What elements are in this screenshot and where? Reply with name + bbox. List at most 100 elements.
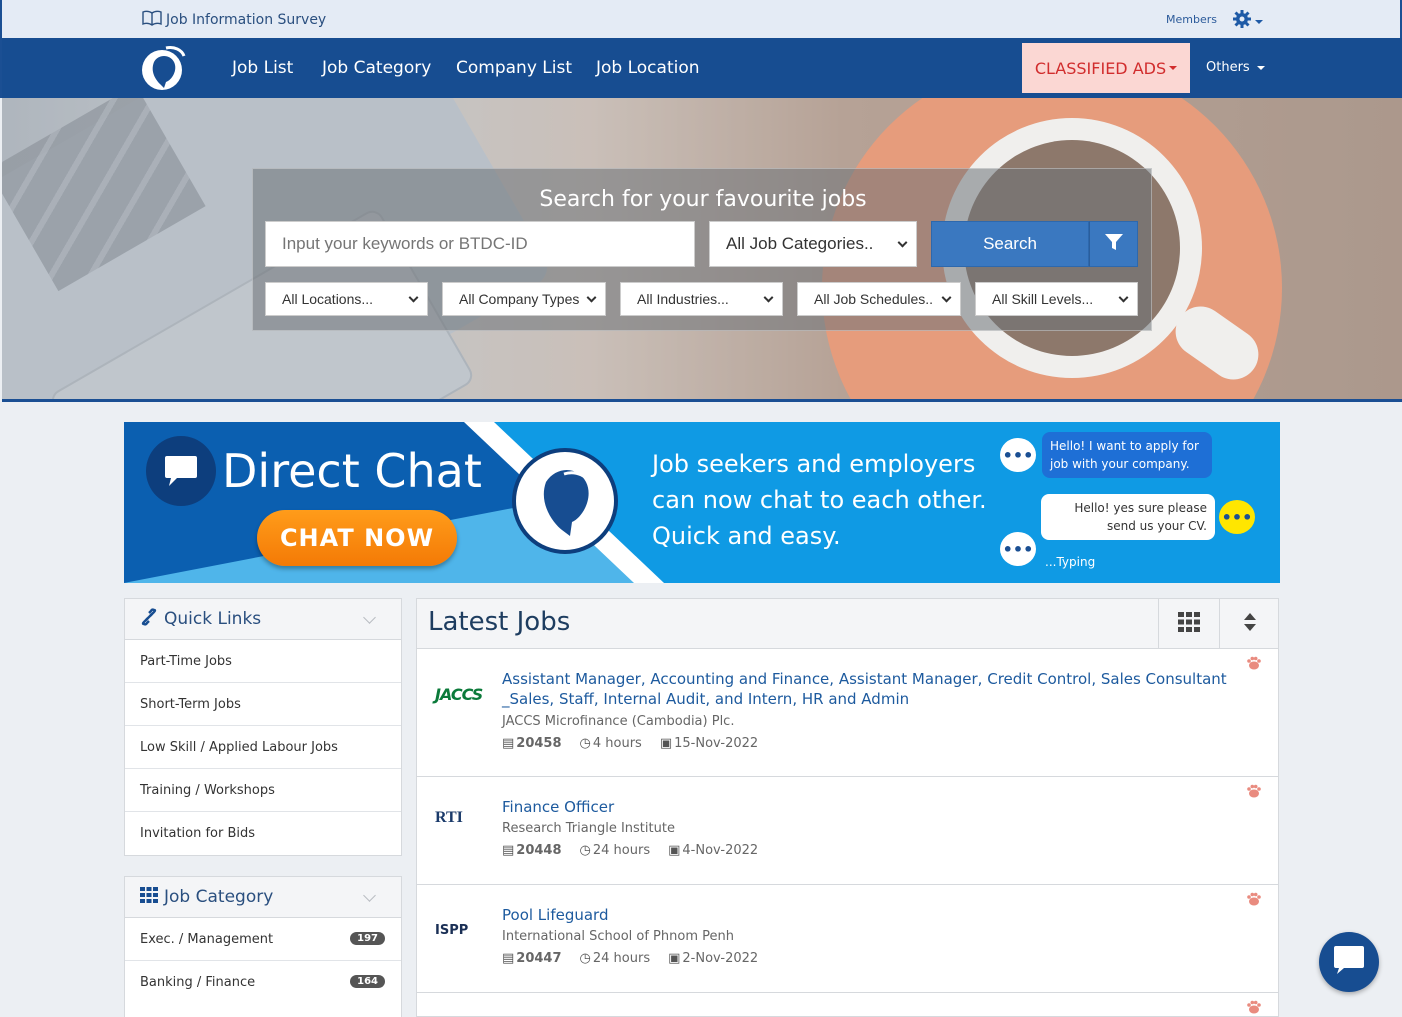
classified-ads-label: CLASSIFIED ADS [1034, 58, 1167, 78]
quick-links-title: Quick Links [164, 609, 262, 629]
grid-icon [1178, 612, 1200, 636]
tagline-line: Quick and easy. [652, 522, 841, 550]
quick-link-item[interactable]: Invitation for Bids [125, 812, 401, 855]
filter-button[interactable] [1089, 221, 1138, 267]
nav-job-category[interactable]: Job Category [322, 58, 431, 78]
job-meta: ▤ 20447 ◷ 24 hours ▣ 2-Nov-2022 [502, 951, 758, 966]
search-button[interactable]: Search [931, 221, 1089, 267]
job-category-header[interactable]: Job Category [125, 877, 401, 918]
job-category-label: Banking / Finance [140, 975, 256, 990]
id-card-icon: ▤ [502, 736, 515, 751]
site-logo[interactable] [140, 42, 186, 94]
chevron-down-icon [763, 292, 774, 303]
quick-links-panel: Quick Links Part-Time Jobs Short-Term Jo… [124, 598, 402, 856]
sort-icon [1243, 612, 1257, 636]
site-brand[interactable]: Job Information Survey [142, 10, 326, 30]
others-menu[interactable]: Others [1206, 60, 1265, 75]
job-category-select[interactable]: All Job Categories.. [709, 221, 917, 267]
keyword-search-input[interactable] [265, 221, 695, 267]
chat-bubble-employer: Hello! yes sure please send us your CV. [1041, 494, 1215, 540]
quick-link-item[interactable]: Low Skill / Applied Labour Jobs [125, 726, 401, 769]
job-listing[interactable] [417, 993, 1278, 1016]
job-count-badge: 197 [350, 932, 385, 945]
nav-company-list[interactable]: Company List [456, 58, 572, 78]
latest-jobs-header: Latest Jobs [417, 599, 1278, 649]
chat-dots-icon: ••• [1000, 438, 1036, 472]
calendar-icon: ▣ [659, 736, 673, 751]
chat-bubble-icon [146, 436, 216, 506]
hero-divider [2, 399, 1402, 402]
job-deadline: 4-Nov-2022 [682, 843, 759, 858]
job-count-badge: 164 [350, 975, 385, 988]
job-listing[interactable]: ISPP Pool Lifeguard International School… [417, 885, 1278, 993]
job-deadline: 15-Nov-2022 [674, 736, 759, 751]
search-title: Search for your favourite jobs [539, 187, 867, 212]
job-category-item[interactable]: Banking / Finance 164 [125, 961, 401, 1004]
chevron-down-icon [1118, 292, 1129, 303]
job-meta: ▤ 20448 ◷ 24 hours ▣ 4-Nov-2022 [502, 843, 758, 858]
job-age: 24 hours [592, 951, 651, 966]
quick-link-item[interactable]: Training / Workshops [125, 769, 401, 812]
paw-icon[interactable] [1246, 783, 1262, 799]
job-title-link[interactable]: Assistant Manager, Accounting and Financ… [502, 669, 1257, 709]
chevron-down-icon[interactable] [363, 611, 376, 624]
skill-level-select[interactable]: All Skill Levels... [975, 282, 1138, 316]
job-category-panel: Job Category Exec. / Management 197 Bank… [124, 876, 402, 1017]
paw-icon[interactable] [1246, 655, 1262, 671]
job-listing[interactable]: JACCS Assistant Manager, Accounting and … [417, 649, 1278, 777]
company-logo: RTI [435, 809, 463, 826]
latest-jobs-panel: Latest Jobs JACCS Assistant Manager, Acc… [416, 598, 1279, 1017]
nav-job-list[interactable]: Job List [232, 58, 293, 78]
job-deadline: 2-Nov-2022 [682, 951, 759, 966]
filter-icon [1104, 232, 1124, 256]
chat-dots-icon: ••• [1219, 500, 1255, 534]
location-select[interactable]: All Locations... [265, 282, 428, 316]
chevron-down-icon [897, 237, 908, 248]
gear-icon [1232, 9, 1252, 34]
quick-links-header[interactable]: Quick Links [125, 599, 401, 640]
job-schedule-select-value: All Job Schedules.. [814, 291, 934, 307]
members-link[interactable]: Members [1166, 13, 1217, 26]
classified-ads-menu[interactable]: CLASSIFIED ADS [1022, 43, 1190, 93]
skill-level-select-value: All Skill Levels... [992, 291, 1094, 307]
industry-select[interactable]: All Industries... [620, 282, 783, 316]
direct-chat-banner[interactable]: Direct Chat CHAT NOW Job seekers and emp… [124, 422, 1280, 583]
job-category-item[interactable]: Exec. / Management 197 [125, 918, 401, 961]
calendar-icon: ▣ [668, 843, 681, 858]
others-label: Others [1206, 60, 1250, 75]
paw-icon[interactable] [1246, 891, 1262, 907]
industry-select-value: All Industries... [637, 291, 729, 307]
chat-bubble-icon [1332, 944, 1366, 980]
job-schedule-select[interactable]: All Job Schedules.. [797, 282, 961, 316]
brand-label: Job Information Survey [166, 12, 327, 28]
job-listing[interactable]: RTI Finance Officer Research Triangle In… [417, 777, 1278, 885]
location-select-value: All Locations... [282, 291, 374, 307]
job-id: 20448 [516, 843, 562, 858]
banner-heading: Direct Chat [222, 444, 482, 498]
chat-now-button[interactable]: CHAT NOW [257, 510, 457, 566]
chevron-down-icon [1256, 65, 1265, 70]
floating-chat-button[interactable] [1319, 932, 1379, 992]
grid-view-button[interactable] [1158, 599, 1219, 649]
book-icon [142, 10, 162, 30]
job-title-link[interactable]: Finance Officer [502, 797, 1257, 817]
settings-menu[interactable] [1232, 9, 1263, 34]
job-age: 4 hours [592, 736, 642, 751]
id-card-icon: ▤ [502, 843, 515, 858]
chat-dots-icon: ••• [1000, 532, 1036, 566]
main-nav: Job List Job Category Company List Job L… [0, 38, 1402, 98]
company-logo: JACCS [435, 685, 483, 704]
job-category-label: Exec. / Management [140, 931, 274, 947]
company-type-select[interactable]: All Company Types [442, 282, 606, 316]
company-logo: ISPP [435, 923, 469, 938]
id-card-icon: ▤ [502, 951, 515, 966]
chevron-down-icon[interactable] [363, 889, 376, 902]
quick-link-item[interactable]: Part-Time Jobs [125, 640, 401, 683]
paw-icon[interactable] [1246, 999, 1262, 1015]
search-button-label: Search [983, 234, 1037, 253]
sort-button[interactable] [1219, 599, 1278, 649]
company-name: Research Triangle Institute [502, 821, 675, 836]
job-title-link[interactable]: Pool Lifeguard [502, 905, 1257, 925]
nav-job-location[interactable]: Job Location [596, 58, 700, 78]
quick-link-item[interactable]: Short-Term Jobs [125, 683, 401, 726]
